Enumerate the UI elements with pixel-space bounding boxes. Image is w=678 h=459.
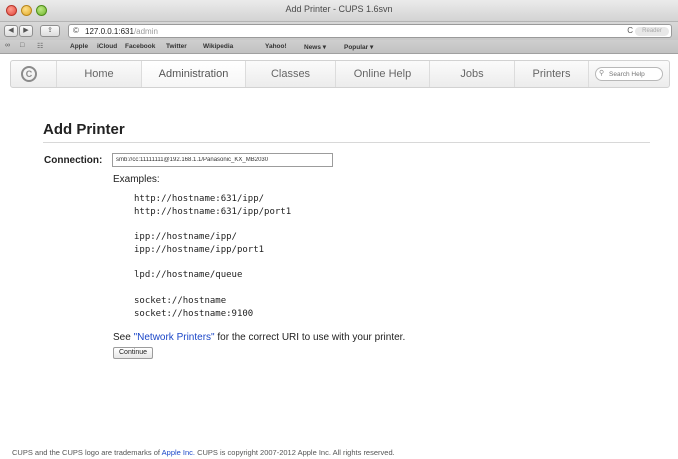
site-icon: © — [73, 26, 79, 35]
footer-text-after: CUPS is copyright 2007-2012 Apple Inc. A… — [195, 448, 395, 457]
example-uri: http://hostname:631/ipp/ — [134, 194, 265, 204]
cups-navigation: C Home Administration Classes Online Hel… — [10, 60, 670, 88]
bookmark-icloud[interactable]: iCloud — [97, 43, 117, 50]
examples-label: Examples: — [113, 174, 160, 185]
example-uri: socket://hostname:9100 — [134, 309, 254, 319]
apple-inc-link[interactable]: Apple Inc. — [162, 448, 195, 457]
share-button[interactable]: ⇪ — [40, 25, 60, 37]
title-bar: Add Printer - CUPS 1.6svn — [0, 0, 678, 22]
hint-text-after: for the correct URI to use with your pri… — [214, 332, 406, 343]
tab-home[interactable]: Home — [56, 61, 141, 87]
browser-toolbar: ◀ ▶ ⇪ © 127.0.0.1:631/admin C Reader — [0, 22, 678, 40]
reload-icon[interactable]: C — [627, 26, 633, 35]
back-icon: ◀ — [8, 27, 14, 34]
back-button[interactable]: ◀ — [4, 25, 18, 37]
continue-button[interactable]: Continue — [113, 347, 154, 359]
top-sites-icon[interactable]: ☷ — [37, 42, 43, 50]
bookmark-news[interactable]: News ▾ — [304, 43, 326, 51]
bookmark-facebook[interactable]: Facebook — [125, 43, 155, 50]
reading-list-icon[interactable]: ∞ — [5, 42, 10, 49]
cups-logo[interactable]: C — [21, 66, 37, 82]
forward-button[interactable]: ▶ — [19, 25, 33, 37]
forward-icon: ▶ — [23, 27, 29, 34]
bookmark-yahoo[interactable]: Yahoo! — [265, 43, 287, 50]
tab-jobs[interactable]: Jobs — [429, 61, 514, 87]
reader-button[interactable]: Reader — [635, 27, 669, 36]
footer-text-before: CUPS and the CUPS logo are trademarks of — [12, 448, 162, 457]
network-printers-hint: See "Network Printers" for the correct U… — [113, 332, 405, 343]
example-uri: ipp://hostname/ipp/ — [134, 232, 237, 242]
url-path: /admin — [133, 27, 158, 36]
connection-label: Connection: — [44, 155, 103, 166]
address-bar[interactable]: © 127.0.0.1:631/admin C Reader — [68, 24, 672, 38]
page-title: Add Printer — [43, 121, 650, 143]
tab-online-help[interactable]: Online Help — [335, 61, 429, 87]
example-uri: socket://hostname — [134, 296, 227, 306]
tab-printers[interactable]: Printers — [514, 61, 589, 87]
hint-text-before: See — [113, 332, 134, 343]
bookmark-wikipedia[interactable]: Wikipedia — [203, 43, 233, 50]
window-title: Add Printer - CUPS 1.6svn — [285, 4, 393, 14]
tab-classes[interactable]: Classes — [245, 61, 335, 87]
bookmark-apple[interactable]: Apple — [70, 43, 88, 50]
url-text[interactable]: 127.0.0.1:631/admin — [85, 27, 158, 36]
search-icon: ⚲ — [599, 70, 605, 77]
connection-uri-input[interactable] — [112, 153, 333, 167]
bookmark-popular[interactable]: Popular ▾ — [344, 43, 373, 51]
search-help-box[interactable]: ⚲ — [595, 67, 663, 81]
network-printers-link[interactable]: "Network Printers" — [134, 332, 215, 343]
footer: CUPS and the CUPS logo are trademarks of… — [12, 448, 395, 457]
bookmarks-bar: ∞ □ ☷ Apple iCloud Facebook Twitter Wiki… — [0, 40, 678, 54]
tab-administration[interactable]: Administration — [141, 61, 245, 87]
bookmarks-icon[interactable]: □ — [20, 42, 24, 49]
share-icon: ⇪ — [47, 27, 53, 34]
example-uri: http://hostname:631/ipp/port1 — [134, 207, 292, 217]
url-host: 127.0.0.1:631 — [85, 27, 134, 36]
bookmark-twitter[interactable]: Twitter — [166, 43, 187, 50]
search-help-input[interactable] — [609, 69, 659, 80]
example-uri: ipp://hostname/ipp/port1 — [134, 245, 265, 255]
example-uri: lpd://hostname/queue — [134, 270, 243, 280]
